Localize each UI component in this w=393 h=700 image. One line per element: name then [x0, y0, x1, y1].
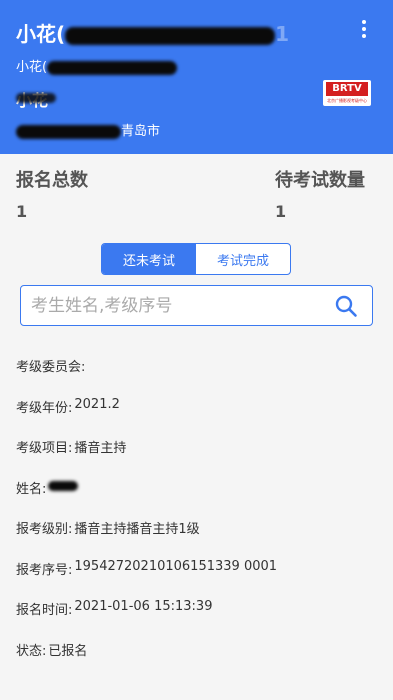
registration-card[interactable]: 考级委员会: 考级年份: 2021.2 考级项目: 播音主持 姓名: 报考级别:… [16, 356, 376, 680]
detail-status: 状态: 已报名 [16, 640, 376, 681]
logo-caption: 北京广播影视考级中心 [327, 98, 367, 103]
header-address-text: 青岛市 [121, 124, 161, 139]
search-input[interactable] [31, 294, 321, 318]
detail-label: 考级委员会: [16, 360, 86, 375]
header-title-text: 小花( [16, 22, 66, 46]
total-label: 报名总数 [16, 170, 88, 191]
header-address: 青岛市 [16, 120, 160, 139]
detail-label: 报名时间: [16, 603, 73, 618]
more-vertical-icon[interactable] [361, 20, 367, 40]
exam-tabs: 还未考试 考试完成 [101, 243, 291, 275]
logo-brand: BRTV [326, 82, 368, 96]
detail-value: 2021.2 [74, 396, 120, 412]
header-name: 小花 [16, 87, 56, 111]
redacted-block [48, 480, 79, 491]
pending-value: 1 [275, 202, 287, 221]
stats-panel: 报名总数 1 待考试数量 1 [0, 154, 393, 234]
detail-year: 考级年份: 2021.2 [16, 397, 376, 438]
detail-level: 报考级别: 播音主持播音主持1级 [16, 518, 376, 559]
redacted-block [47, 60, 178, 75]
detail-serial: 报考序号: 19542720210106151339 0001 [16, 559, 376, 600]
tab-not-yet-examined[interactable]: 还未考试 [102, 244, 196, 274]
detail-value: 已报名 [48, 643, 88, 659]
redacted-block [65, 26, 276, 45]
app-header: 小花( 1 小花( 小花 BRTV 北京广播影视考级中心 青岛市 [0, 0, 393, 154]
pending-label: 待考试数量 [275, 170, 365, 191]
brtv-logo: BRTV 北京广播影视考级中心 [323, 80, 371, 106]
redacted-block [16, 124, 121, 139]
header-title-tail: 1 [275, 22, 290, 46]
detail-label: 考级项目: [16, 441, 73, 456]
detail-value: 播音主持播音主持1级 [74, 522, 200, 537]
search-box [20, 285, 373, 326]
header-title: 小花( 1 [16, 18, 289, 47]
detail-name: 姓名: [16, 478, 376, 519]
total-value: 1 [16, 202, 28, 221]
tab-exam-completed[interactable]: 考试完成 [196, 244, 290, 274]
search-icon[interactable] [334, 294, 358, 318]
header-subtitle-text: 小花( [16, 60, 48, 75]
detail-committee: 考级委员会: [16, 356, 376, 397]
detail-label: 考级年份: [16, 400, 73, 416]
detail-value: 播音主持 [74, 441, 127, 456]
detail-value: 2021-01-06 15:13:39 [74, 599, 213, 614]
detail-label: 报考序号: [16, 562, 73, 578]
redacted-block [16, 93, 56, 103]
detail-subject: 考级项目: 播音主持 [16, 437, 376, 478]
detail-label: 状态: [16, 643, 47, 659]
detail-label: 报考级别: [16, 522, 73, 537]
header-subtitle: 小花( [16, 56, 178, 75]
detail-value: 19542720210106151339 0001 [74, 558, 278, 574]
detail-time: 报名时间: 2021-01-06 15:13:39 [16, 599, 376, 640]
detail-label: 姓名: [16, 481, 47, 497]
